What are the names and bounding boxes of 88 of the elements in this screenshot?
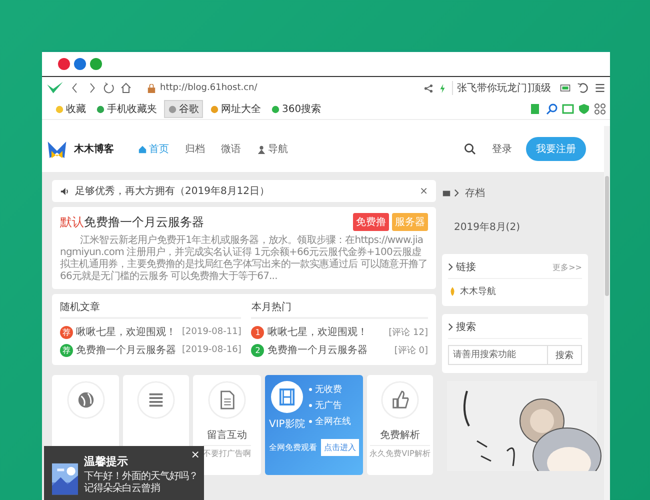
speaker-icon — [60, 186, 69, 196]
nav-link[interactable]: 归档 — [185, 142, 205, 156]
card-caption: 永久免费VIP解析 — [370, 445, 430, 459]
vip-card[interactable]: VIP影院 无收费 无广告 全网在线 全网免费观看 点击进入 — [265, 375, 363, 475]
chevron-icon — [448, 263, 453, 271]
bookmark-icon — [96, 104, 105, 114]
feature-item: 无广告 — [314, 400, 342, 412]
chevron-icon — [448, 323, 453, 331]
post-title[interactable]: 默认免费撸一个月云服务器 — [60, 214, 204, 230]
nav-link[interactable]: 微语 — [221, 142, 241, 156]
card-title: 免费解析 — [380, 428, 420, 442]
card-title: VIP影院 — [269, 418, 305, 431]
feature-card[interactable]: 免费解析 永久免费VIP解析 — [367, 375, 433, 475]
address-field[interactable]: http://blog.61host.cn/ — [137, 79, 420, 97]
lock-icon — [147, 84, 156, 92]
section-title: 随机文章 — [60, 300, 242, 319]
post-meta: [2019-08-16] — [182, 345, 242, 355]
post-excerpt: 江米智云新老用户免费开1年主机或服务器，放水。领取步骤：在https://www.jiangmiyun.com 注册用户，并完成实名认证得 1元余额+66元云服代金券+100云服虚拟主机通用券，主要免费撸的是找局红色字体写出来的一款实惠通过后 可以随意开撸了 66元就是无门槛的云服务 可以免费撸大于等于67... — [60, 235, 428, 283]
apps-icon[interactable] — [594, 103, 606, 115]
document-icon — [208, 381, 246, 419]
bullet-icon — [308, 420, 312, 423]
enter-button[interactable]: 点击进入 — [321, 439, 359, 456]
window-control[interactable] — [90, 58, 102, 70]
rank-badge: 荐 — [60, 326, 73, 338]
bookmark-icon — [168, 104, 177, 114]
post-meta: [评论 12] — [388, 326, 428, 338]
tag[interactable]: 免费撸 — [353, 213, 389, 231]
menu-icon[interactable] — [594, 82, 606, 94]
section-title: 本月热门 — [251, 300, 428, 319]
site-logo-text[interactable]: 木木博客 — [74, 142, 114, 156]
close-button[interactable]: × — [420, 186, 428, 196]
popup-title: 温馨提示 — [84, 454, 128, 469]
notice-text: 足够优秀，再大方拥有（2019年8月12日） — [75, 184, 271, 198]
reload-icon[interactable] — [103, 82, 115, 94]
checkmark-logo-icon — [46, 81, 64, 95]
person-icon — [257, 144, 266, 154]
home-icon[interactable] — [120, 82, 132, 94]
search-icon[interactable] — [464, 143, 476, 155]
bookmark[interactable]: 网址大全 — [207, 101, 264, 117]
bookmark-icon — [210, 104, 219, 114]
bullet-icon — [308, 404, 312, 407]
post-link[interactable]: 啾啾七星，欢迎围观！ — [267, 325, 368, 339]
drop-icon — [448, 287, 457, 296]
lightning-icon[interactable] — [438, 84, 448, 92]
feature-item: 无收费 — [314, 384, 342, 396]
rank-badge: 1 — [251, 326, 264, 338]
post-meta: [评论 0] — [394, 344, 428, 356]
breadcrumb: 存档 — [465, 186, 485, 200]
battery-icon — [560, 82, 572, 94]
list-icon — [137, 381, 175, 419]
nav-link[interactable]: 导航 — [257, 142, 288, 156]
film-icon — [270, 381, 303, 413]
friend-link[interactable]: 木木导航 — [448, 285, 582, 298]
bookmark-icon — [55, 104, 64, 114]
bookmark[interactable]: 手机收藏夹 — [93, 101, 160, 117]
share-icon[interactable] — [424, 84, 434, 92]
close-button[interactable]: × — [190, 448, 200, 461]
bookmark[interactable]: 收藏 — [52, 101, 89, 117]
card-caption: 全网免费观看 — [269, 442, 317, 453]
bookmark[interactable]: 谷歌 — [164, 100, 203, 118]
chevron-icon — [454, 189, 459, 197]
archive-link[interactable]: 2019年8月(2) — [442, 208, 588, 246]
shield-icon[interactable] — [578, 103, 590, 115]
undo-icon[interactable] — [577, 82, 589, 94]
search-icon[interactable] — [546, 103, 558, 115]
feature-item: 全网在线 — [314, 416, 351, 428]
post-link[interactable]: 啾啾七星，欢迎围观！ — [76, 325, 176, 339]
window-control[interactable] — [58, 58, 70, 70]
bullet-icon — [308, 388, 312, 391]
widget-title: 搜索 — [456, 320, 476, 334]
bookmark-icon — [271, 104, 280, 114]
post-link[interactable]: 免费撸一个月云服务器 — [267, 343, 368, 357]
rank-badge: 2 — [251, 344, 264, 356]
scrollbar[interactable] — [604, 126, 610, 500]
globe-icon — [66, 381, 104, 419]
browser-search-field[interactable]: 张飞带你玩龙门]顶级 — [452, 81, 555, 95]
home-icon — [138, 144, 147, 154]
window-control[interactable] — [74, 58, 86, 70]
login-link[interactable]: 登录 — [492, 142, 512, 156]
post-link[interactable]: 免费撸一个月云服务器 — [76, 343, 176, 357]
rank-badge: 荐 — [60, 344, 73, 356]
search-field[interactable]: 请善用搜索功能 — [448, 345, 548, 365]
search-button[interactable]: 搜索 — [548, 345, 582, 365]
widget-title: 链接 — [456, 260, 476, 274]
card-title: 留言互动 — [207, 428, 247, 442]
bookmark[interactable]: 360搜索 — [268, 101, 324, 117]
post-meta: [2019-08-11] — [182, 327, 242, 337]
thumbs-up-icon — [381, 381, 419, 419]
